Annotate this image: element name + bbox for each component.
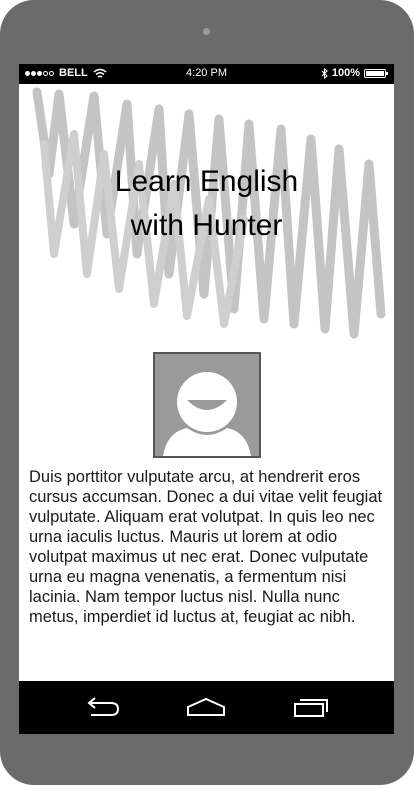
home-icon xyxy=(187,697,225,716)
bluetooth-icon xyxy=(321,67,328,79)
user-avatar-icon xyxy=(163,372,251,456)
status-right: 100% xyxy=(321,67,388,79)
battery-icon xyxy=(364,68,388,78)
title-line-2: with Hunter xyxy=(130,209,283,242)
phone-frame: BELL 4:20 PM 100% Learn English with Hun… xyxy=(0,0,414,785)
navigation-bar xyxy=(19,681,394,734)
recents-button[interactable] xyxy=(290,693,334,721)
hero-section: Learn English with Hunter xyxy=(19,84,394,354)
recents-icon xyxy=(294,699,328,717)
avatar xyxy=(153,352,261,458)
body-paragraph: Duis porttitor vulputate arcu, at hendre… xyxy=(29,468,383,626)
page-title: Learn English with Hunter xyxy=(19,160,394,248)
camera-dot xyxy=(203,28,210,35)
title-line-1: Learn English xyxy=(114,165,299,198)
home-button[interactable] xyxy=(184,693,228,721)
back-icon xyxy=(87,697,120,716)
screen: BELL 4:20 PM 100% Learn English with Hun… xyxy=(19,64,394,734)
battery-percent: 100% xyxy=(331,67,360,79)
back-button[interactable] xyxy=(81,693,125,721)
status-bar: BELL 4:20 PM 100% xyxy=(19,64,394,84)
